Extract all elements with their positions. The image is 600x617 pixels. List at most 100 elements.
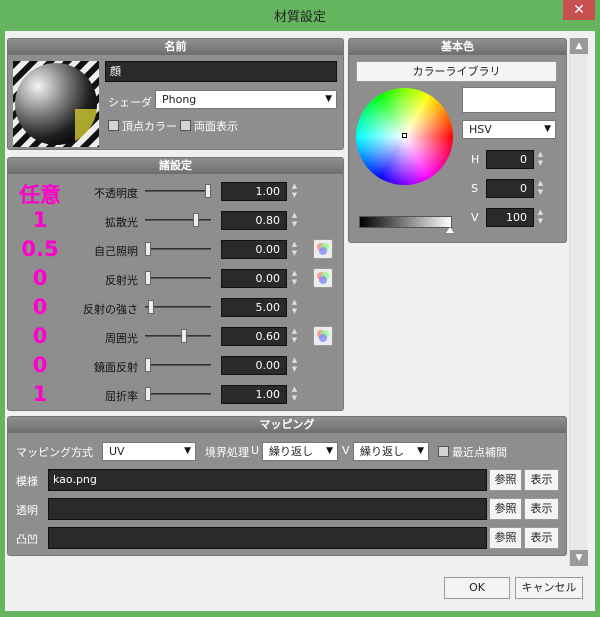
setting-spinner[interactable]: ▲ ▼ [290, 240, 299, 259]
vertical-scrollbar[interactable]: ▲ ▼ [569, 38, 588, 566]
u-wrap-value: 繰り返し [269, 445, 313, 458]
setting-spinner[interactable]: ▲ ▼ [290, 269, 299, 288]
show-button[interactable]: 表示 [524, 527, 559, 549]
browse-button[interactable]: 参照 [489, 469, 522, 491]
dialog-client-area: 名前 顔 シェーダ Phong ▼ 頂点カラー 両面表示 基本色 カラーライブラ… [5, 31, 595, 611]
setting-spinner[interactable]: ▲ ▼ [290, 327, 299, 346]
color-mode-value: HSV [469, 123, 492, 136]
setting-slider[interactable] [145, 184, 211, 198]
slider-thumb[interactable] [145, 358, 151, 372]
slider-thumb[interactable] [181, 329, 187, 343]
value-gradient-bar[interactable] [359, 216, 452, 228]
mapping-method-label: マッピング方式 [16, 446, 93, 459]
annotation-text: 0 [32, 295, 48, 319]
setting-spinner[interactable]: ▲ ▼ [290, 298, 299, 317]
setting-value-input[interactable]: 1.00 [221, 385, 287, 404]
slider-thumb[interactable] [193, 213, 199, 227]
setting-slider[interactable] [145, 300, 211, 314]
setting-label: 鏡面反射 [94, 361, 138, 374]
scroll-up-icon[interactable]: ▲ [570, 38, 588, 54]
h-spinner[interactable]: ▲ ▼ [536, 150, 545, 169]
h-input[interactable]: 0 [486, 150, 534, 169]
annotation-text: 任意 [19, 183, 61, 207]
slider-thumb[interactable] [148, 300, 154, 314]
annotation-text: 0 [32, 353, 48, 377]
color-pick-button[interactable] [313, 239, 333, 259]
color-wheel-marker[interactable] [402, 133, 407, 138]
mapping-method-select[interactable]: UV ▼ [102, 442, 196, 461]
u-wrap-select[interactable]: 繰り返し ▼ [262, 442, 338, 461]
mapping-row: 凸凹 参照 表示 [8, 526, 568, 555]
s-input[interactable]: 0 [486, 179, 534, 198]
color-mode-select[interactable]: HSV ▼ [462, 120, 556, 139]
setting-value-input[interactable]: 0.00 [221, 269, 287, 288]
settings-row: 0 反射の強さ 5.00 ▲ ▼ [8, 295, 345, 324]
annotation-text: 0 [32, 266, 48, 290]
cancel-button[interactable]: キャンセル [515, 577, 583, 599]
rgb-circles-icon [317, 330, 329, 342]
setting-value-input[interactable]: 5.00 [221, 298, 287, 317]
scroll-down-icon[interactable]: ▼ [570, 550, 588, 566]
slider-thumb[interactable] [205, 184, 211, 198]
close-button[interactable]: ✕ [563, 0, 595, 20]
settings-panel-header: 諸設定 [8, 158, 343, 174]
material-name-field[interactable]: 顔 [105, 61, 337, 82]
slider-thumb[interactable] [145, 387, 151, 401]
vertex-color-label: 頂点カラー [122, 120, 177, 133]
annotation-text: 0 [32, 324, 48, 348]
title-bar[interactable]: 材質設定 ✕ [0, 0, 600, 30]
v-label: V [471, 211, 479, 224]
setting-slider[interactable] [145, 271, 211, 285]
setting-slider[interactable] [145, 213, 211, 227]
slider-thumb[interactable] [145, 271, 151, 285]
v-spinner[interactable]: ▲ ▼ [536, 208, 545, 227]
setting-value-input[interactable]: 0.00 [221, 356, 287, 375]
mapping-row-label: 凸凹 [16, 533, 38, 546]
color-pick-button[interactable] [313, 268, 333, 288]
ok-button[interactable]: OK [444, 577, 510, 599]
s-spinner[interactable]: ▲ ▼ [536, 179, 545, 198]
s-label: S [471, 182, 478, 195]
nearest-interp-checkbox[interactable] [438, 446, 449, 457]
texture-file-field[interactable]: kao.png [48, 469, 487, 491]
browse-button[interactable]: 参照 [489, 527, 522, 549]
show-button[interactable]: 表示 [524, 498, 559, 520]
setting-slider[interactable] [145, 329, 211, 343]
setting-label: 屈折率 [105, 390, 138, 403]
setting-spinner[interactable]: ▲ ▼ [290, 356, 299, 375]
mapping-row-label: 透明 [16, 504, 38, 517]
setting-value-input[interactable]: 0.00 [221, 240, 287, 259]
name-panel: 名前 顔 シェーダ Phong ▼ 頂点カラー 両面表示 [7, 38, 344, 150]
slider-thumb[interactable] [145, 242, 151, 256]
double-sided-label: 両面表示 [194, 120, 238, 133]
setting-value-input[interactable]: 0.60 [221, 327, 287, 346]
double-sided-checkbox[interactable] [180, 120, 191, 131]
value-marker[interactable] [446, 227, 454, 233]
rgb-circles-icon [317, 272, 329, 284]
color-library-button[interactable]: カラーライブラリ [356, 61, 557, 82]
settings-row: 0 反射光 0.00 ▲ ▼ [8, 266, 345, 295]
v-input[interactable]: 100 [486, 208, 534, 227]
setting-spinner[interactable]: ▲ ▼ [290, 385, 299, 404]
mapping-panel: マッピング マッピング方式 UV ▼ 境界処理 U 繰り返し ▼ V 繰り返し … [7, 416, 567, 556]
browse-button[interactable]: 参照 [489, 498, 522, 520]
setting-spinner[interactable]: ▲ ▼ [290, 211, 299, 230]
shader-label: シェーダ [108, 96, 152, 109]
texture-file-field[interactable] [48, 527, 487, 549]
setting-slider[interactable] [145, 242, 211, 256]
setting-value-input[interactable]: 0.80 [221, 211, 287, 230]
shader-select[interactable]: Phong ▼ [155, 90, 337, 109]
v-wrap-label: V [342, 444, 350, 457]
v-wrap-select[interactable]: 繰り返し ▼ [353, 442, 429, 461]
setting-slider[interactable] [145, 358, 211, 372]
show-button[interactable]: 表示 [524, 469, 559, 491]
setting-value-input[interactable]: 1.00 [221, 182, 287, 201]
setting-spinner[interactable]: ▲ ▼ [290, 182, 299, 201]
setting-label: 反射光 [105, 274, 138, 287]
setting-slider[interactable] [145, 387, 211, 401]
color-pick-button[interactable] [313, 326, 333, 346]
color-wheel[interactable] [356, 88, 453, 185]
texture-file-field[interactable] [48, 498, 487, 520]
vertex-color-checkbox[interactable] [108, 120, 119, 131]
shader-select-value: Phong [162, 93, 197, 106]
